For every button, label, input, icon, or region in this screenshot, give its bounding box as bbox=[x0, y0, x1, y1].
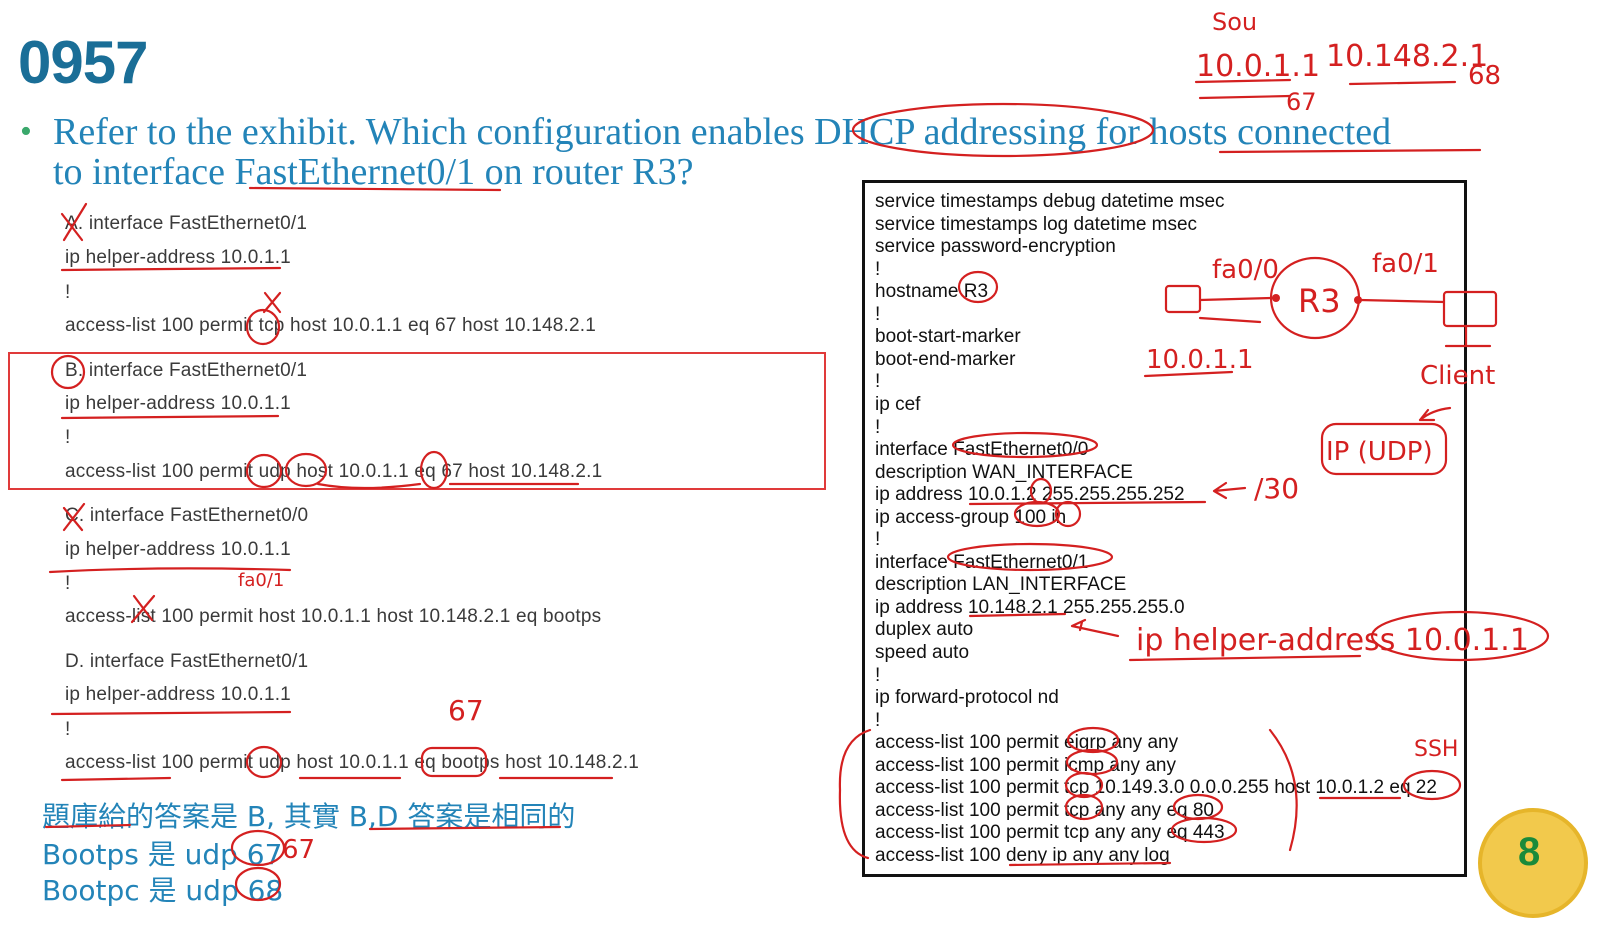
option-b-line-3: ! bbox=[65, 427, 71, 448]
ink-underline-c2 bbox=[48, 567, 292, 574]
ink-text-src: Sou bbox=[1212, 8, 1257, 36]
config-line: service timestamps log datetime msec bbox=[875, 214, 1198, 235]
config-line: ip access-group 100 in bbox=[875, 507, 1067, 528]
ink-underline-ip-dst bbox=[1348, 80, 1457, 86]
config-line: access-list 100 permit tcp 10.149.3.0 0.… bbox=[875, 777, 1437, 798]
config-line: access-list 100 permit tcp any any eq 44… bbox=[875, 822, 1225, 843]
config-line: ip address 10.0.1.2 255.255.255.252 bbox=[875, 484, 1185, 505]
config-line: access-list 100 permit icmp any any bbox=[875, 755, 1176, 776]
option-d-line-2: ip helper-address 10.0.1.1 bbox=[65, 684, 291, 705]
ink-text-ip-src: 10.0.1.1 bbox=[1196, 49, 1320, 84]
config-line: ! bbox=[875, 665, 881, 686]
option-a-line-4: access-list 100 permit tcp host 10.0.1.1… bbox=[65, 315, 596, 336]
option-d-line-1: D. interface FastEthernet0/1 bbox=[65, 651, 309, 672]
bullet-icon: • bbox=[20, 113, 32, 150]
config-line: ! bbox=[875, 259, 881, 280]
ink-underline-ip-src bbox=[1194, 78, 1292, 100]
option-c-line-4: access-list 100 permit host 10.0.1.1 hos… bbox=[65, 606, 602, 627]
config-line: service timestamps debug datetime msec bbox=[875, 191, 1225, 212]
option-a-line-1: A. interface FastEthernet0/1 bbox=[65, 213, 308, 234]
option-a-line-2: ip helper-address 10.0.1.1 bbox=[65, 247, 291, 268]
config-line: interface FastEthernet0/1 bbox=[875, 552, 1089, 573]
option-c-line-3: ! bbox=[65, 573, 71, 594]
slide-number: 8 bbox=[1518, 830, 1541, 874]
config-line: ! bbox=[875, 529, 881, 550]
config-line: interface FastEthernet0/0 bbox=[875, 439, 1089, 460]
ink-x-tcp bbox=[262, 291, 282, 314]
option-d-line-3: ! bbox=[65, 719, 71, 740]
ink-text-67-d: 67 bbox=[448, 694, 484, 727]
config-line: ip forward-protocol nd bbox=[875, 687, 1059, 708]
config-line: boot-start-marker bbox=[875, 326, 1021, 347]
option-a-line-3: ! bbox=[65, 282, 71, 303]
config-line: description WAN_INTERFACE bbox=[875, 462, 1133, 483]
config-line: ! bbox=[875, 371, 881, 392]
slide-number-badge: 8 bbox=[1478, 808, 1588, 918]
option-c-line-1: C. interface FastEthernet0/0 bbox=[65, 505, 309, 526]
config-line: access-list 100 permit eigrp any any bbox=[875, 732, 1179, 753]
config-line: service password-encryption bbox=[875, 236, 1116, 257]
note-line-3: Bootpc 是 udp 68 bbox=[42, 874, 284, 907]
config-line: access-list 100 deny ip any any log bbox=[875, 845, 1170, 866]
option-c-line-2: ip helper-address 10.0.1.1 bbox=[65, 539, 291, 560]
config-line: ! bbox=[875, 710, 881, 731]
slide-title: 0957 bbox=[18, 29, 148, 96]
ink-text-68: 68 bbox=[1468, 61, 1501, 91]
config-line: speed auto bbox=[875, 642, 970, 663]
config-line: hostname R3 bbox=[875, 281, 989, 302]
config-line: access-list 100 permit tcp any any eq 80 bbox=[875, 800, 1215, 821]
config-line: ip address 10.148.2.1 255.255.255.0 bbox=[875, 597, 1185, 618]
question-line-2: to interface FastEthernet0/1 on router R… bbox=[53, 151, 694, 193]
config-line: boot-end-marker bbox=[875, 349, 1016, 370]
config-line: ! bbox=[875, 304, 881, 325]
note-line-1: 題庫給的答案是 B, 其實 B,D 答案是相同的 bbox=[42, 800, 576, 833]
ink-underline-d2 bbox=[50, 710, 292, 716]
ink-underline-d4 bbox=[60, 776, 614, 782]
config-line: description LAN_INTERFACE bbox=[875, 574, 1127, 595]
option-b-line-1: B. interface FastEthernet0/1 bbox=[65, 360, 308, 381]
question-line-1: Refer to the exhibit. Which configuratio… bbox=[53, 111, 1392, 153]
ink-text-67-note: 67 bbox=[282, 835, 315, 865]
option-d-line-4: access-list 100 permit udp host 10.0.1.1… bbox=[65, 752, 640, 773]
ink-text-ip-dst: 10.148.2.1 bbox=[1326, 39, 1488, 74]
config-line: ip cef bbox=[875, 394, 921, 415]
note-line-2: Bootps 是 udp 67 bbox=[42, 838, 283, 871]
config-line: duplex auto bbox=[875, 619, 974, 640]
ink-text-fa01-c: fa0/1 bbox=[238, 570, 284, 591]
config-exhibit: service timestamps debug datetime msec se… bbox=[862, 180, 1467, 877]
option-b-line-4: access-list 100 permit udp host 10.0.1.1… bbox=[65, 461, 603, 482]
option-b-line-2: ip helper-address 10.0.1.1 bbox=[65, 393, 291, 414]
config-line: ! bbox=[875, 417, 881, 438]
